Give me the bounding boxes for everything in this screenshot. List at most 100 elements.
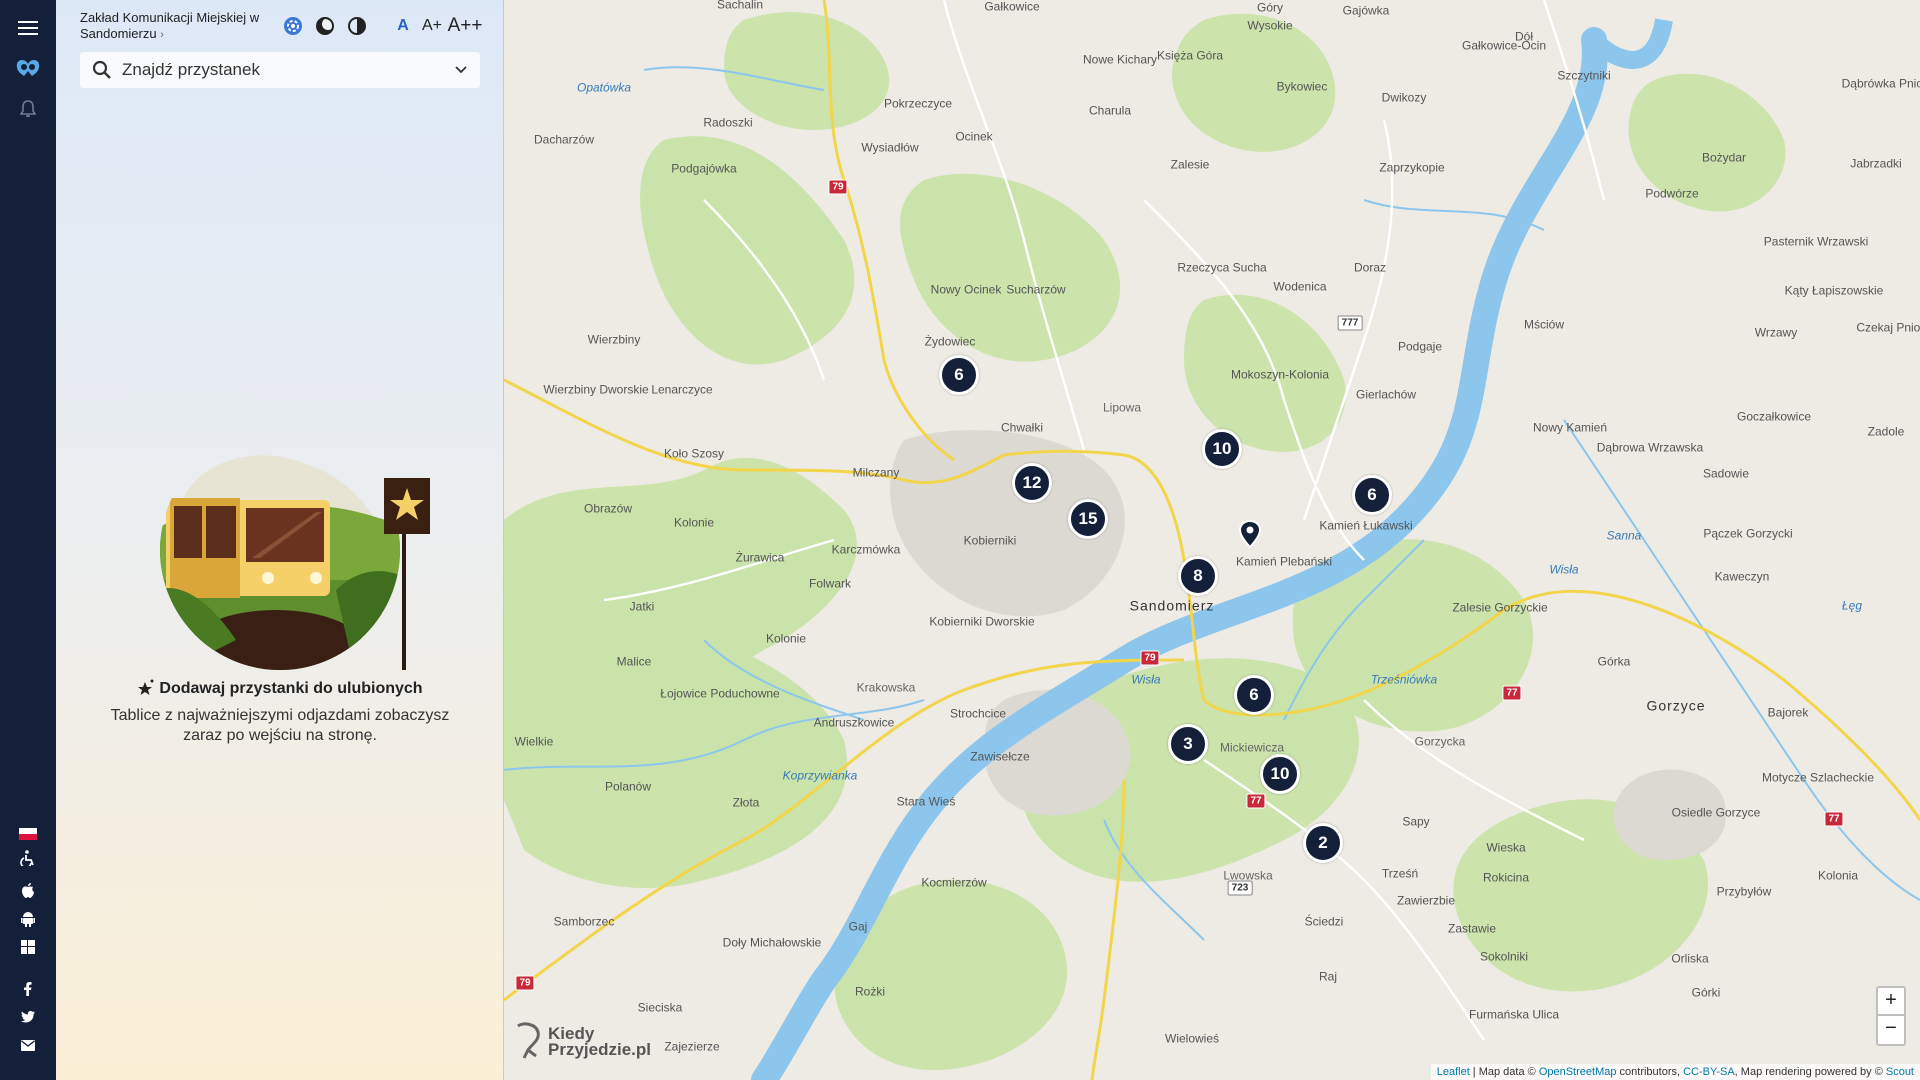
high-contrast-icon[interactable] [344, 12, 370, 40]
osm-link[interactable]: OpenStreetMap [1539, 1066, 1617, 1078]
stop-cluster-marker[interactable]: 10 [1260, 754, 1300, 794]
stop-cluster-marker[interactable]: 10 [1202, 429, 1242, 469]
place-label: Wielowieś [1164, 1031, 1220, 1046]
attribution-text: , Map rendering powered by © [1734, 1066, 1886, 1078]
stop-cluster-marker[interactable]: 2 [1303, 823, 1343, 863]
place-label: Charula [1088, 103, 1132, 118]
android-icon[interactable] [0, 910, 56, 928]
zoom-in-button[interactable]: + [1876, 986, 1906, 1016]
font-size-large-button[interactable]: A+ [420, 12, 444, 40]
place-label: Gajówka [1342, 3, 1390, 18]
street-label: Gorzycka [1414, 734, 1466, 749]
agency-chevron: › [160, 29, 164, 41]
place-label: Zawierzbie [1396, 893, 1456, 908]
place-label: Czekaj Pniowski [1856, 320, 1920, 335]
font-size-xlarge-button[interactable]: A++ [448, 12, 483, 40]
stop-cluster-marker[interactable]: 6 [939, 355, 979, 395]
place-label: Nowy Ocinek [930, 282, 1002, 297]
stop-cluster-marker[interactable]: 15 [1068, 499, 1108, 539]
river-label: Trześniówka [1370, 672, 1438, 687]
stop-cluster-marker[interactable]: 6 [1234, 675, 1274, 715]
kiedyprzyjedzie-logo: Kiedy Przyjedzie.pl [548, 1025, 651, 1059]
place-label: Karczmówka [831, 542, 901, 557]
icon-rail [0, 0, 56, 1080]
place-label: Kocmierzów [921, 875, 987, 890]
windows-icon[interactable] [0, 938, 56, 956]
zoom-out-button[interactable]: − [1876, 1016, 1906, 1046]
place-label: Doraz [1353, 260, 1387, 275]
chevron-down-icon[interactable] [454, 65, 468, 75]
twitter-icon[interactable] [0, 1008, 56, 1026]
place-label: Malice [616, 654, 652, 669]
stop-search-box[interactable] [80, 52, 480, 88]
stop-cluster-marker[interactable]: 6 [1352, 475, 1392, 515]
place-label: Rokicina [1482, 870, 1530, 885]
polish-flag-icon[interactable] [0, 826, 56, 842]
leaflet-link[interactable]: Leaflet [1437, 1066, 1470, 1078]
place-label: Zalesie Gorzyckie [1452, 600, 1548, 615]
place-label: Sadowie [1702, 466, 1750, 481]
place-label: Milczany [852, 465, 900, 480]
place-label: Pączek Gorzycki [1703, 526, 1793, 541]
place-label: Zaprzykopie [1379, 160, 1445, 175]
place-label: Kąty Łapiszowskie [1784, 283, 1884, 298]
place-label: Sapy [1402, 814, 1430, 829]
place-label: Kamień Łukawski [1319, 518, 1413, 533]
place-label: Wysokie [1247, 18, 1293, 33]
place-label: Kolonie [765, 631, 807, 646]
agency-name[interactable]: Zakład Komunikacji Miejskiej w Sandomier… [80, 10, 259, 41]
map-area[interactable]: Sachalin Gałkowice Góry Wysokie Gajówka … [504, 0, 1920, 1080]
river-label: Sanna [1606, 528, 1642, 543]
place-label: Obrazów [583, 501, 633, 516]
place-label: Górka [1597, 654, 1631, 669]
place-label-city: Gorzyce [1646, 697, 1706, 714]
place-label: Góry [1256, 0, 1284, 15]
logo-line2: Przyjedzie.pl [548, 1040, 651, 1059]
stop-pin-icon[interactable] [1239, 520, 1261, 548]
place-label: Kolonia [1817, 868, 1859, 883]
place-label: Dąbrowa Wrzawska [1596, 440, 1704, 455]
favorites-title: Dodawaj przystanki do ulubionych [159, 680, 423, 697]
accessibility-icon[interactable] [0, 848, 56, 868]
place-label: Podgajówka [671, 161, 737, 176]
stop-cluster-marker[interactable]: 3 [1168, 724, 1208, 764]
license-link[interactable]: CC-BY-SA [1683, 1066, 1735, 1078]
river-label: Opatówka [576, 80, 632, 95]
road-shield: 77 [1502, 685, 1522, 701]
place-label: Dacharzów [533, 132, 595, 147]
stop-search-input[interactable] [122, 60, 442, 80]
mail-icon[interactable] [0, 1036, 56, 1054]
stop-cluster-marker[interactable]: 8 [1178, 556, 1218, 596]
place-label: Ściedzi [1304, 914, 1344, 929]
scout-link[interactable]: Scout [1886, 1066, 1914, 1078]
road-shield: 79 [828, 179, 848, 195]
facebook-icon[interactable] [0, 980, 56, 998]
street-label: Krakowska [856, 680, 916, 695]
place-label: Osiedle Gorzyce [1671, 805, 1761, 820]
apple-icon[interactable] [0, 882, 56, 900]
place-label: Jatki [629, 599, 655, 614]
colorblind-mode-icon[interactable] [280, 12, 306, 40]
place-label: Żurawica [735, 550, 785, 565]
menu-icon[interactable] [0, 14, 56, 42]
map-attribution: Leaflet | Map data © OpenStreetMap contr… [1430, 1064, 1920, 1080]
logo-icon[interactable] [0, 54, 56, 82]
agency-link[interactable]: Zakład Komunikacji Miejskiej w Sandomier… [80, 10, 270, 43]
place-label: Żydowiec [924, 334, 976, 349]
sidebar-panel: Zakład Komunikacji Miejskiej w Sandomier… [56, 0, 504, 1080]
place-label: Rzeczyca Sucha [1177, 260, 1267, 275]
place-label: Zadole [1867, 424, 1905, 439]
favorites-heading: Dodawaj przystanki do ulubionych [56, 678, 504, 698]
dark-mode-icon[interactable] [312, 12, 338, 40]
stop-cluster-marker[interactable]: 12 [1012, 463, 1052, 503]
font-size-normal-button[interactable]: A [392, 12, 414, 40]
search-icon [92, 60, 111, 79]
place-label: Gaj [848, 919, 868, 934]
river-label: Wisła [1549, 562, 1579, 577]
place-label: Doły Michałowskie [722, 935, 822, 950]
street-label: Mickiewicza [1219, 740, 1285, 755]
place-label: Gałkowice-Ocin [1461, 38, 1547, 53]
bell-icon[interactable] [0, 96, 56, 122]
place-label: Kaweczyn [1714, 569, 1770, 584]
place-label: Sokolniki [1479, 949, 1529, 964]
